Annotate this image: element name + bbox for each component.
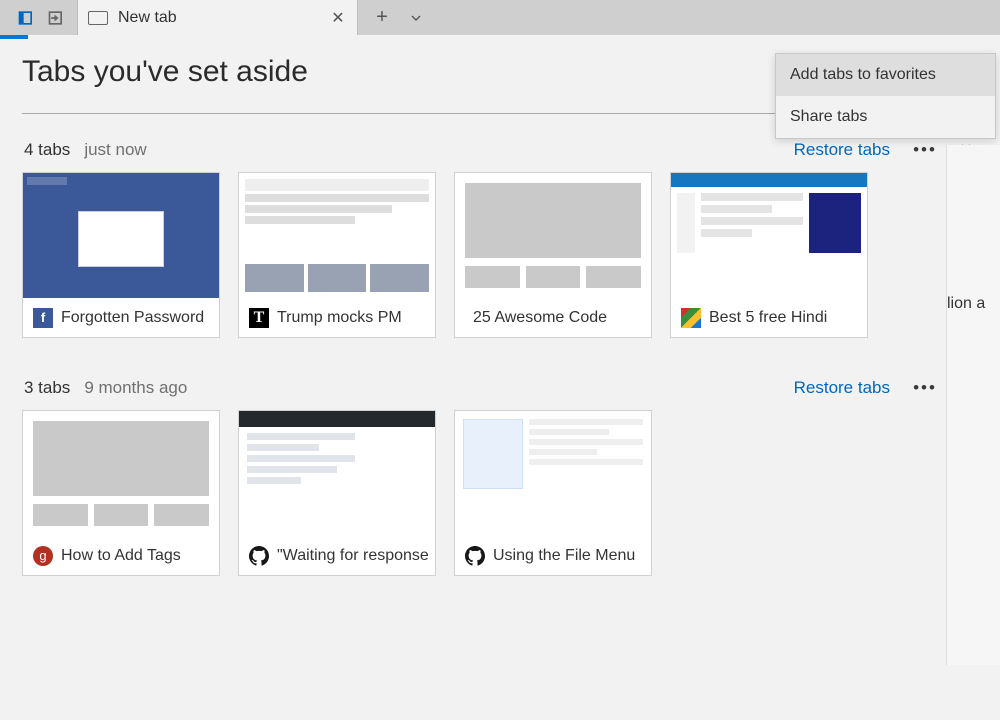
- ctx-share-tabs[interactable]: Share tabs: [776, 96, 995, 138]
- new-tab-button[interactable]: +: [372, 8, 392, 28]
- aside-tab-card[interactable]: Best 5 free Hindi: [670, 172, 868, 338]
- aside-tab-card[interactable]: T Trump mocks PM: [238, 172, 436, 338]
- tab-title: 25 Awesome Code: [473, 309, 607, 327]
- underlying-page-sliver: lion a: [946, 145, 1000, 665]
- google-plus-icon: g: [33, 546, 53, 566]
- tab-thumbnail: [23, 173, 219, 298]
- tab-group-grid: f Forgotten Password T Trump mocks PM 25…: [22, 172, 978, 338]
- set-aside-icon[interactable]: [17, 8, 37, 28]
- aside-tab-card[interactable]: Using the File Menu: [454, 410, 652, 576]
- restore-tabs-link[interactable]: Restore tabs: [794, 140, 890, 160]
- group-count: 3 tabs: [24, 378, 70, 398]
- ctx-add-tabs-favorites[interactable]: Add tabs to favorites: [776, 54, 995, 96]
- tab-title: Best 5 free Hindi: [709, 309, 827, 327]
- windowsclub-icon: [681, 308, 701, 328]
- tab-title: "Waiting for response: [277, 547, 429, 565]
- group-time: just now: [84, 140, 146, 160]
- tab-favicon: [88, 11, 108, 25]
- tab-thumbnail: [455, 173, 651, 298]
- tab-title: Forgotten Password: [61, 309, 204, 327]
- github-icon: [249, 546, 269, 566]
- group-count: 4 tabs: [24, 140, 70, 160]
- titlebar-right-controls: +: [358, 0, 440, 35]
- group-more-button[interactable]: •••: [910, 378, 940, 398]
- tab-thumbnail: [455, 411, 651, 536]
- tab-thumbnail: [671, 173, 867, 298]
- under-text: lion a: [947, 295, 985, 312]
- tab-close-button[interactable]: ✕: [329, 8, 347, 28]
- restore-tabs-link[interactable]: Restore tabs: [794, 378, 890, 398]
- tab-title: How to Add Tags: [61, 547, 181, 565]
- tab-thumbnail: [239, 411, 435, 536]
- group-time: 9 months ago: [84, 378, 187, 398]
- facebook-icon: f: [33, 308, 53, 328]
- aside-tab-card[interactable]: f Forgotten Password: [22, 172, 220, 338]
- titlebar-left-controls: [0, 0, 78, 35]
- active-indicator: [0, 35, 28, 39]
- context-menu: Add tabs to favorites Share tabs: [775, 53, 996, 139]
- aside-tab-card[interactable]: 25 Awesome Code: [454, 172, 652, 338]
- browser-tab[interactable]: New tab ✕: [78, 0, 358, 35]
- view-aside-icon[interactable]: [47, 8, 67, 28]
- tab-thumbnail: [239, 173, 435, 298]
- tab-title: Using the File Menu: [493, 547, 635, 565]
- nyt-icon: T: [249, 308, 269, 328]
- tab-group-header: 3 tabs 9 months ago Restore tabs ••• ✕: [22, 378, 978, 398]
- browser-titlebar: New tab ✕ +: [0, 0, 1000, 35]
- group-more-button[interactable]: •••: [910, 140, 940, 160]
- aside-tab-card[interactable]: g How to Add Tags: [22, 410, 220, 576]
- tab-group-header: 4 tabs just now Restore tabs ••• ✕: [22, 140, 978, 160]
- tab-list-chevron[interactable]: [406, 8, 426, 28]
- github-icon: [465, 546, 485, 566]
- tab-title: Trump mocks PM: [277, 309, 402, 327]
- tab-title: New tab: [118, 9, 319, 27]
- tab-group-grid: g How to Add Tags "Waiting for response: [22, 410, 978, 576]
- aside-tab-card[interactable]: "Waiting for response: [238, 410, 436, 576]
- tab-thumbnail: [23, 411, 219, 536]
